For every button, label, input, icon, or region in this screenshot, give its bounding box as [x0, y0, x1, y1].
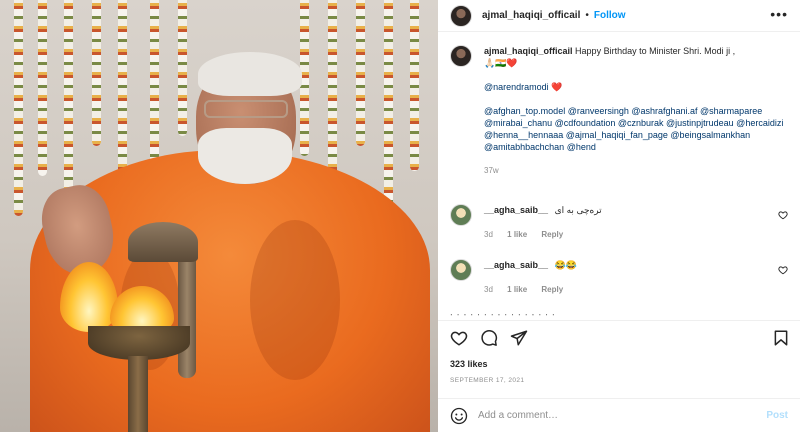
- garland-decoration: [14, 0, 23, 216]
- bookmark-icon[interactable]: [772, 329, 790, 347]
- post-comment-button[interactable]: Post: [766, 410, 788, 421]
- post-side-panel: ajmal_haqiqi_officail • Follow ••• ajmal…: [438, 0, 800, 432]
- follow-button[interactable]: Follow: [594, 10, 626, 21]
- hair: [198, 52, 302, 96]
- comment-time[interactable]: 3d: [484, 230, 493, 239]
- glasses: [204, 100, 288, 118]
- post-date[interactable]: SEPTEMBER 17, 2021: [450, 377, 524, 384]
- comment-input[interactable]: [478, 410, 767, 421]
- comments-section[interactable]: ajmal_haqiqi_officail Happy Birthday to …: [438, 33, 800, 320]
- commenter-avatar[interactable]: [450, 259, 472, 281]
- share-icon[interactable]: [510, 329, 528, 347]
- garland-decoration: [38, 0, 47, 176]
- post-header: ajmal_haqiqi_officail • Follow •••: [438, 0, 800, 32]
- garland-decoration: [356, 0, 365, 146]
- garland-decoration: [328, 0, 337, 186]
- garland-decoration: [64, 0, 73, 196]
- garland-decoration: [150, 0, 159, 166]
- comment-text: 😂😂: [554, 260, 577, 270]
- caption: ajmal_haqiqi_officail Happy Birthday to …: [450, 45, 790, 177]
- caption-avatar[interactable]: [450, 45, 472, 67]
- lamp-hood: [128, 222, 198, 262]
- comment-text: ترەچی بە ای: [554, 205, 602, 215]
- caption-mention[interactable]: @narendramodi ❤️: [484, 81, 790, 93]
- add-comment-bar: Post: [438, 398, 800, 432]
- caption-emoji-line: 🙏🏻🇮🇳❤️: [484, 58, 518, 68]
- commenter-avatar[interactable]: [450, 204, 472, 226]
- comment-icon[interactable]: [480, 329, 498, 347]
- comment-item: __agha_saib__ ترەچی بە ای 3d 1 like Repl…: [450, 204, 790, 239]
- robe-fold: [250, 220, 340, 380]
- separator-dot: •: [585, 10, 589, 21]
- comment-item: __agha_saib__ 😂😂 3d 1 like Reply: [450, 259, 790, 294]
- garland-decoration: [410, 0, 419, 171]
- smiley-icon[interactable]: [450, 407, 468, 425]
- commenter-username[interactable]: __agha_saib__: [484, 205, 548, 215]
- post-actions: 323 likes SEPTEMBER 17, 2021: [438, 320, 800, 398]
- post-photo[interactable]: [0, 0, 438, 432]
- heart-icon[interactable]: [450, 329, 468, 347]
- garland-decoration: [178, 0, 187, 136]
- caption-tags[interactable]: @afghan_top.model @ranveersingh @ashrafg…: [484, 105, 790, 153]
- garland-decoration: [92, 0, 101, 146]
- caption-time[interactable]: 37w: [484, 165, 790, 177]
- caption-username[interactable]: ajmal_haqiqi_officail: [484, 46, 573, 56]
- lamp-bowl: [88, 326, 190, 360]
- reply-button[interactable]: Reply: [541, 230, 563, 239]
- caption-text: Happy Birthday to Minister Shri. Modi ji…: [575, 46, 736, 56]
- comment-likes[interactable]: 1 like: [507, 285, 527, 294]
- beard: [198, 128, 292, 184]
- garland-decoration: [384, 0, 393, 206]
- partial-comment: ᐧ ᐧ ᐧ ᐧ ᐧ ᐧ ᐧ ᐧ ᐧ ᐧ ᐧ ᐧ ᐧ ᐧ ᐧ ᐧ: [450, 310, 556, 320]
- more-horizontal-icon[interactable]: •••: [770, 7, 788, 21]
- author-avatar[interactable]: [450, 4, 472, 27]
- comment-likes[interactable]: 1 like: [507, 230, 527, 239]
- comment-like-heart-icon[interactable]: [778, 210, 788, 220]
- comment-like-heart-icon[interactable]: [778, 265, 788, 275]
- lamp-stem: [128, 356, 148, 432]
- comment-time[interactable]: 3d: [484, 285, 493, 294]
- author-username[interactable]: ajmal_haqiqi_officail: [482, 10, 580, 21]
- commenter-username[interactable]: __agha_saib__: [484, 260, 548, 270]
- reply-button[interactable]: Reply: [541, 285, 563, 294]
- likes-count[interactable]: 323 likes: [450, 359, 488, 369]
